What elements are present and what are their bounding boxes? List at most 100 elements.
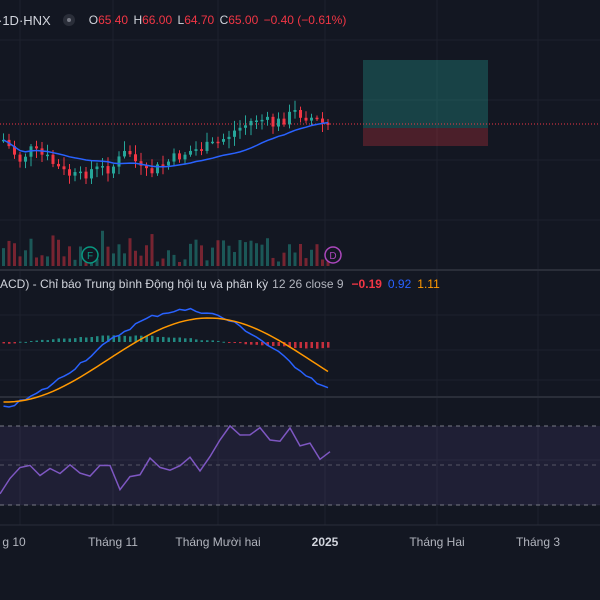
candle-body — [299, 109, 302, 118]
volume-bar — [40, 255, 44, 266]
macd-histogram-bar — [167, 337, 170, 342]
candle-body — [216, 141, 220, 144]
macd-histogram-bar — [85, 337, 88, 342]
macd-histogram-bar — [151, 335, 154, 342]
volume-bar — [282, 252, 286, 266]
time-axis-label: 2025 — [311, 535, 339, 549]
volume-bar — [51, 235, 55, 266]
volume-bar — [18, 256, 22, 266]
candle-body — [35, 146, 38, 149]
candle-body — [244, 125, 247, 128]
macd-histogram-bar — [123, 335, 126, 342]
event-marker-d[interactable]: D — [324, 246, 342, 264]
macd-legend[interactable]: ACD) - Chỉ báo Trung bình Động hội tụ và… — [0, 277, 440, 291]
macd-histogram-bar — [233, 342, 236, 343]
event-marker-f-label: F — [87, 251, 93, 262]
volume-bar — [266, 238, 269, 266]
macd-histogram-bar — [52, 339, 55, 342]
candle-body — [172, 153, 176, 162]
macd-params: 12 26 close 9 — [272, 277, 344, 291]
volume-bar — [315, 244, 319, 266]
candle-body — [249, 120, 253, 126]
volume-bar — [46, 256, 49, 266]
candle-body — [211, 141, 214, 144]
volume-bar — [167, 250, 170, 266]
volume-bar — [29, 238, 33, 266]
volume-bar — [189, 243, 192, 266]
volume-bar — [227, 245, 231, 266]
macd-histogram-bar — [228, 342, 231, 343]
macd-histogram-bar — [68, 338, 71, 342]
volume-bar — [112, 253, 115, 266]
macd-histogram-bar — [74, 338, 77, 342]
volume-bar — [233, 252, 236, 266]
volume-bar — [57, 239, 60, 266]
candle-body — [156, 164, 159, 174]
macd-histogram-bar — [2, 342, 5, 344]
volume-bar — [24, 250, 27, 266]
macd-histogram-bar — [277, 342, 280, 346]
macd-histogram-bar — [30, 341, 33, 343]
macd-histogram-bar — [200, 340, 203, 342]
candle-body — [128, 150, 132, 155]
macd-histogram-bar — [272, 342, 275, 346]
time-axis-label: Tháng Mười hai — [175, 535, 261, 549]
candle-body — [238, 127, 242, 131]
volume-bar — [7, 240, 11, 266]
candle-body — [178, 153, 181, 160]
volume-bar — [106, 246, 110, 266]
candle-body — [189, 150, 192, 155]
volume-bar — [194, 239, 198, 266]
macd-histogram-bar — [239, 342, 242, 344]
candle-body — [288, 111, 291, 125]
candle-body — [233, 130, 236, 137]
volume-bar — [183, 259, 187, 266]
candle-body — [79, 171, 82, 174]
macd-histogram-bar — [57, 338, 60, 342]
volume-bar — [13, 243, 16, 266]
volume-bar — [117, 244, 121, 266]
candle-body — [150, 168, 154, 174]
volume-bar — [200, 245, 203, 266]
candle-body — [57, 163, 60, 167]
volume-bar — [205, 260, 209, 266]
time-axis-label: Tháng 3 — [515, 535, 561, 549]
volume-bar — [310, 249, 313, 266]
candles — [2, 100, 330, 185]
volume-bar — [128, 238, 132, 266]
macd-histogram-bar — [321, 342, 324, 349]
candle-body — [266, 116, 269, 120]
volume-bar — [123, 253, 126, 266]
macd-histogram-bar — [184, 338, 187, 342]
macd-histogram-bar — [316, 342, 319, 349]
macd-histogram-bar — [8, 342, 11, 344]
candle-body — [18, 154, 22, 162]
volume-bar — [211, 247, 214, 266]
volume-bar — [73, 259, 77, 266]
candle-body — [293, 109, 297, 112]
volume-bar — [216, 240, 220, 266]
candle-body — [117, 156, 121, 167]
macd-histogram-bar — [222, 341, 225, 343]
macd-histogram-bar — [46, 340, 49, 342]
event-marker-f[interactable]: F — [81, 246, 99, 264]
macd-histogram-bar — [195, 339, 198, 342]
macd-histogram-bar — [129, 336, 132, 342]
candle-body — [106, 166, 110, 174]
macd-hist-value: 1.11 — [417, 277, 440, 291]
chart-canvas[interactable]: F D — [0, 0, 600, 600]
macd-histogram-bar — [206, 340, 209, 342]
macd-histogram-bar — [35, 340, 38, 342]
volume-bar — [2, 248, 5, 266]
volume-bar — [321, 259, 324, 266]
macd-histogram-bar — [79, 337, 82, 342]
candle-body — [51, 154, 55, 164]
volume-bar — [156, 261, 159, 266]
candle-body — [84, 171, 88, 179]
volume-bar — [172, 254, 176, 266]
time-axis-label: Tháng 11 — [88, 535, 138, 549]
volume-bar — [62, 256, 66, 266]
macd-histogram-bar — [173, 337, 176, 342]
volume-bar — [271, 257, 275, 266]
volume-bar — [293, 252, 297, 266]
